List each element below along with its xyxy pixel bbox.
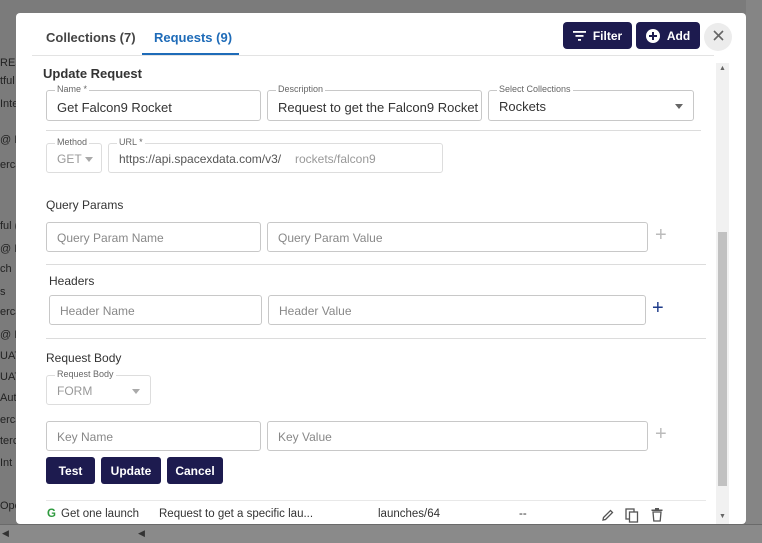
bg-fragment: UAT [0, 371, 16, 383]
query-param-value-input[interactable]: Query Param Value [267, 222, 648, 252]
chevron-down-icon [675, 104, 683, 109]
description-field-value: Request to get the Falcon9 Rocket [278, 100, 479, 115]
bg-fragment: Inte [0, 98, 16, 110]
bg-fragment: ch [0, 263, 12, 275]
background-bottom-scrollbar[interactable]: ◀ ◀ [0, 524, 762, 543]
scroll-up-arrow-icon[interactable]: ▲ [719, 65, 726, 72]
body-value-placeholder: Key Value [278, 430, 332, 444]
add-query-param-icon[interactable]: + [655, 225, 667, 245]
method-select-label: Method [55, 137, 90, 147]
request-body-type-label: Request Body [55, 369, 116, 379]
bg-fragment: ful ( [0, 220, 16, 232]
header-name-placeholder: Header Name [60, 304, 135, 318]
update-request-title: Update Request [43, 66, 142, 81]
request-body-type-value: FORM [57, 384, 93, 398]
tab-collections[interactable]: Collections (7) [46, 30, 136, 45]
section-divider [46, 264, 706, 265]
add-button-label: Add [666, 28, 691, 43]
header-name-input[interactable]: Header Name [49, 295, 262, 325]
filter-button-label: Filter [592, 28, 623, 43]
body-value-input[interactable]: Key Value [267, 421, 648, 451]
request-body-title: Request Body [46, 351, 122, 365]
body-key-input[interactable]: Key Name [46, 421, 261, 451]
edit-icon[interactable] [601, 508, 615, 524]
header-value-input[interactable]: Header Value [268, 295, 646, 325]
tabs-bar: Collections (7) Requests (9) Filter Add [16, 13, 746, 56]
section-divider [46, 130, 701, 131]
description-field[interactable]: Description Request to get the Falcon9 R… [267, 84, 482, 121]
headers-title: Headers [49, 274, 95, 288]
filter-icon [572, 30, 586, 41]
bg-fragment: erca [0, 159, 16, 171]
update-button[interactable]: Update [101, 457, 161, 484]
filter-button[interactable]: Filter [563, 22, 632, 49]
description-field-label: Description [276, 84, 326, 94]
header-value-placeholder: Header Value [279, 304, 352, 318]
bg-fragment: UAT [0, 350, 16, 362]
bg-fragment: erca [0, 306, 16, 318]
bg-fragment: REST [0, 57, 16, 69]
collections-select-label: Select Collections [497, 84, 573, 94]
url-base: https://api.spacexdata.com/v3/ [119, 152, 282, 166]
close-button[interactable] [704, 23, 732, 51]
name-field-label: Name * [55, 84, 90, 94]
request-body-type-select[interactable]: Request Body FORM [46, 369, 151, 405]
bg-fragment: @ In [0, 134, 16, 146]
query-params-title: Query Params [46, 198, 124, 212]
request-extra: -- [519, 508, 527, 520]
delete-icon[interactable] [651, 508, 663, 524]
name-field[interactable]: Name * Get Falcon9 Rocket [46, 84, 261, 121]
bg-fragment: tful [0, 75, 15, 87]
body-key-placeholder: Key Name [57, 430, 114, 444]
bg-fragment: terc [0, 435, 16, 447]
url-field[interactable]: URL * https://api.spacexdata.com/v3/ roc… [108, 137, 443, 173]
query-param-name-input[interactable]: Query Param Name [46, 222, 261, 252]
background-scroll-area [746, 0, 762, 543]
background-sidebar: REST tful Inte @ In erca ful ( @ In ch s… [0, 0, 16, 543]
copy-icon[interactable] [625, 508, 639, 524]
url-field-label: URL * [117, 137, 145, 147]
method-select[interactable]: Method GET [46, 137, 102, 173]
request-modal: Collections (7) Requests (9) Filter Add … [16, 13, 746, 524]
tab-requests[interactable]: Requests (9) [154, 30, 232, 45]
cancel-button[interactable]: Cancel [167, 457, 223, 484]
modal-content: Update Request Name * Get Falcon9 Rocket… [16, 56, 746, 524]
chevron-down-icon [85, 157, 93, 162]
close-icon [712, 28, 724, 46]
request-name: Get one launch [61, 508, 140, 520]
collections-select[interactable]: Select Collections Rockets [488, 84, 694, 121]
url-path: rockets/falcon9 [295, 152, 376, 166]
add-button[interactable]: Add [636, 22, 700, 49]
modal-scrollbar[interactable]: ▲ ▼ [716, 63, 729, 524]
scroll-left-arrow-icon[interactable]: ◀ [2, 528, 9, 539]
query-param-value-placeholder: Query Param Value [278, 231, 383, 245]
scroll-down-arrow-icon[interactable]: ▼ [719, 513, 726, 520]
method-select-value: GET [57, 152, 82, 166]
query-param-name-placeholder: Query Param Name [57, 231, 164, 245]
chevron-down-icon [132, 389, 140, 394]
section-divider [46, 338, 706, 339]
bg-fragment: s [0, 286, 6, 298]
request-description: Request to get a specific lau... [159, 508, 314, 520]
bg-fragment: Aut [0, 392, 16, 404]
scroll-left-arrow-icon[interactable]: ◀ [138, 528, 145, 539]
scrollbar-thumb[interactable] [718, 232, 727, 486]
bg-fragment: Oper [0, 500, 16, 512]
request-path: launches/64 [378, 508, 441, 520]
name-field-value: Get Falcon9 Rocket [57, 100, 172, 115]
bg-fragment: @ In [0, 329, 16, 341]
add-body-field-icon[interactable]: + [655, 424, 667, 444]
add-header-icon[interactable]: + [652, 298, 664, 318]
test-button[interactable]: Test [46, 457, 95, 484]
add-circle-icon [645, 28, 660, 43]
collections-select-value: Rockets [499, 99, 546, 114]
method-get-badge: G [47, 508, 56, 520]
bg-fragment: erca [0, 414, 16, 426]
section-divider [46, 500, 706, 501]
bg-fragment: Int [0, 457, 13, 469]
bg-fragment: @ In [0, 243, 16, 255]
